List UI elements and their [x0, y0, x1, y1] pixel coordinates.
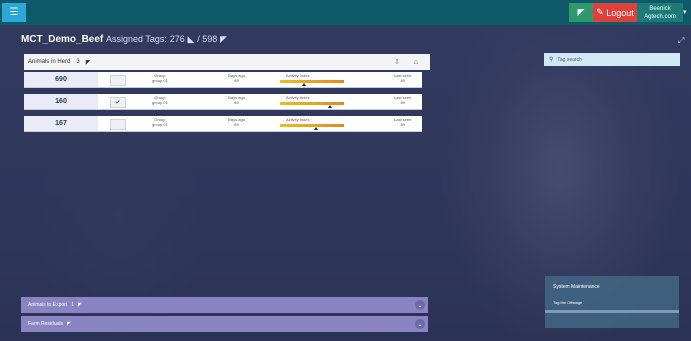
user-domain: Agtech.com [644, 13, 676, 20]
last-seen-cell: Last seen 89 [394, 73, 412, 83]
table-row[interactable]: 160 ✔ Group group 01 Days ago 89 Activity … [24, 94, 422, 110]
chevron-down-icon[interactable]: ▾ [683, 8, 687, 16]
table-row[interactable]: 690 Group group 01 Days ago 89 Activity In… [24, 72, 422, 88]
activity-bar [280, 124, 344, 127]
animals-panel-label: Animals in Herd [28, 59, 71, 65]
activity-label: Activity Index [286, 73, 310, 78]
group-cell: Group group 01 [152, 73, 168, 83]
top-bar: ☰ ◤ ✎ Logout Beenick Agtech.com ▾ [0, 0, 691, 25]
panel-action-icons[interactable]: ⇩ ⌂ [394, 58, 424, 66]
row-checkbox[interactable] [110, 75, 126, 86]
assigned-tags-value: 276 [169, 34, 185, 44]
activity-marker [302, 83, 306, 86]
animal-id: 160 [24, 94, 98, 109]
days-cell: Days ago 89 [228, 95, 245, 105]
activity-label: Activity Index [286, 117, 310, 122]
residuals-panel-label: Farm Residuals [28, 321, 64, 327]
expand-icon[interactable]: ⤢ [678, 36, 684, 46]
menu-icon: ☰ [9, 7, 19, 18]
assigned-tags-label: Assigned Tags: [106, 34, 167, 44]
activity-bar [280, 102, 344, 105]
row-checkbox[interactable]: ✔ [110, 97, 126, 108]
search-input[interactable]: ⚲ Tag search [544, 53, 680, 66]
tag-icon: ◣ [187, 34, 195, 44]
group-cell: Group group 01 [152, 95, 168, 105]
herd-button[interactable]: ◤ [569, 3, 593, 22]
activity-bar [280, 80, 344, 83]
animal-id: 690 [24, 72, 98, 87]
group-cell: Group group 01 [152, 117, 168, 127]
activity-label: Activity Index [286, 95, 310, 100]
user-menu[interactable]: Beenick Agtech.com [637, 3, 683, 22]
animals-panel-header[interactable]: Animals in Herd 3 ◤ ⇩ ⌂ [24, 54, 430, 70]
last-seen-cell: Last seen 89 [394, 117, 412, 127]
export-count: 1 [71, 302, 74, 308]
activity-marker [328, 105, 332, 108]
total-tags-value: / 598 [197, 34, 218, 44]
cattle-icon: ◤ [77, 302, 82, 308]
logout-label: Logout [606, 7, 634, 18]
chevron-down-icon[interactable]: ⌄ [415, 319, 425, 329]
days-cell: Days ago 89 [228, 117, 245, 127]
animal-id: 167 [24, 116, 98, 131]
table-row[interactable]: 167 Group group 01 Days ago 89 Activity In… [24, 116, 422, 132]
user-name: Beenick [649, 5, 671, 12]
logout-button[interactable]: ✎ Logout [593, 3, 637, 22]
search-icon: ⚲ [549, 57, 554, 63]
cattle-icon: ◤ [220, 34, 227, 44]
farm-name: MCT_Demo_Beef [21, 34, 104, 45]
cattle-icon: ◤ [577, 7, 585, 17]
system-maintenance-panel: System Maintenance Tag the Offstage [545, 276, 679, 328]
last-seen-cell: Last seen 89 [394, 95, 412, 105]
animals-to-export-panel[interactable]: Animals to Export 1 ◤ ⌄ [21, 297, 428, 313]
chevron-down-icon[interactable]: ⌄ [415, 300, 425, 310]
cattle-icon: ◤ [67, 321, 71, 327]
divider [545, 310, 679, 313]
system-maintenance-title: System Maintenance [553, 284, 600, 290]
row-checkbox[interactable] [110, 119, 126, 130]
search-placeholder: Tag search [557, 56, 582, 63]
cattle-icon: ◤ [85, 59, 91, 66]
farm-residuals-panel[interactable]: Farm Residuals ◤ ⌄ [21, 316, 428, 332]
export-panel-label: Animals to Export [28, 302, 68, 308]
days-cell: Days ago 89 [228, 73, 245, 83]
system-maintenance-row[interactable]: Tag the Offstage [553, 300, 582, 305]
check-icon: ✔ [115, 100, 121, 106]
activity-marker [314, 127, 318, 130]
page-title: MCT_Demo_Beef Assigned Tags: 276 ◣ / 598… [21, 34, 227, 45]
animals-count: 3 [76, 59, 80, 65]
edit-icon: ✎ [596, 7, 604, 17]
menu-button[interactable]: ☰ [2, 3, 26, 22]
